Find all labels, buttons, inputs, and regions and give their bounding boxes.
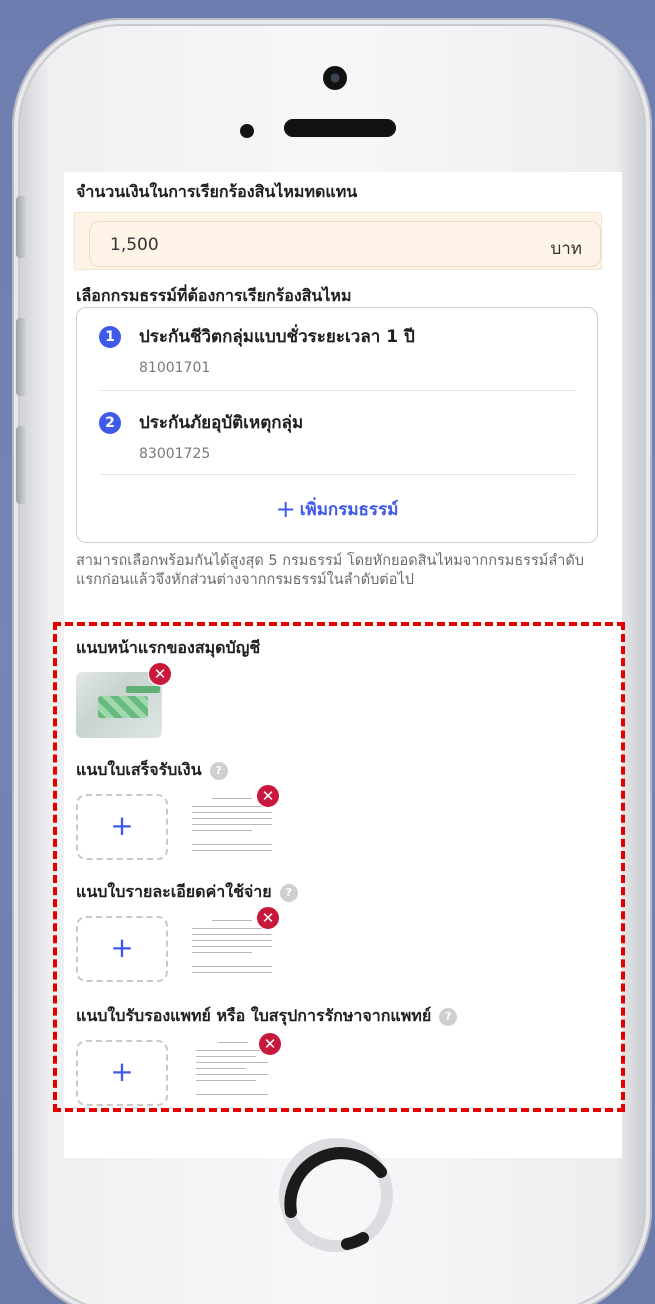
volume-down-button [16,426,26,504]
policy-select-label: เลือกกรมธรรม์ที่ต้องการเรียกร้องสินไหม [76,286,352,305]
earpiece-speaker [284,119,396,137]
policy-index-badge: 1 [99,326,121,348]
proximity-sensor [240,124,254,138]
front-camera-icon [323,66,347,90]
home-button-arc [341,1232,369,1250]
home-button-arc [284,1147,387,1218]
claim-amount-unit: บาท [550,239,582,259]
divider [101,390,575,391]
policy-number: 83001725 [139,446,211,462]
claim-amount-value: 1,500 [110,235,159,255]
mute-switch [16,196,26,258]
policy-name: ประกันชีวิตกลุ่มแบบชั่วระยะเวลา 1 ปี [139,327,415,347]
policy-number: 81001701 [139,360,211,376]
divider [101,474,575,475]
policy-list: 1 ประกันชีวิตกลุ่มแบบชั่วระยะเวลา 1 ปี 8… [76,307,598,543]
policy-name: ประกันภัยอุบัติเหตุกลุ่ม [139,413,304,433]
add-policy-label: เพิ่มกรมธรรม์ [299,500,399,520]
claim-amount-field[interactable]: 1,500 บาท [89,221,601,267]
volume-up-button [16,318,26,396]
claim-amount-section: 1,500 บาท [74,212,602,270]
policy-index-badge: 2 [99,412,121,434]
policy-limit-note: สามารถเลือกพร้อมกันได้สูงสุด 5 กรมธรรม์ … [76,553,584,588]
claim-amount-label: จำนวนเงินในการเรียกร้องสินไหมทดแทน [76,182,358,201]
attachments-highlight-frame [53,622,625,1112]
add-policy-button[interactable]: + เพิ่มกรมธรรม์ [77,495,597,523]
plus-icon: + [275,495,296,523]
home-button[interactable] [277,1136,395,1254]
